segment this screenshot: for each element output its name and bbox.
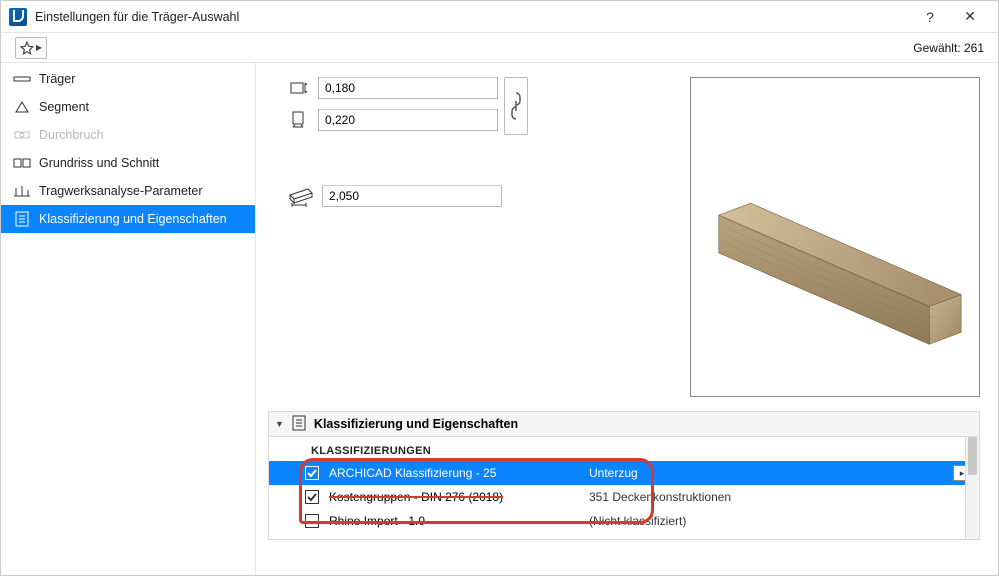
checkbox[interactable]: [305, 514, 319, 528]
sidebar-item-label: Grundriss und Schnitt: [39, 156, 159, 170]
dimensions-group: [286, 77, 528, 397]
width-icon: [286, 77, 312, 99]
row-value: 351 Deckenkonstruktionen: [589, 490, 731, 504]
close-button[interactable]: ✕: [950, 3, 990, 31]
properties-icon: [13, 211, 31, 227]
row-value: Unterzug: [589, 466, 638, 480]
link-icon: [510, 91, 522, 121]
classification-panel: KLASSIFIZIERUNGEN ARCHICAD Klassifizieru…: [268, 437, 980, 540]
panel-scrollbar[interactable]: [965, 437, 979, 539]
doc-icon: [292, 415, 306, 434]
app-icon: [9, 8, 27, 26]
segment-icon: [13, 99, 31, 115]
selected-count: Gewählt: 261: [913, 41, 984, 55]
sidebar-item-label: Tragwerksanalyse-Parameter: [39, 184, 202, 198]
sidebar-item-segment[interactable]: Segment: [1, 93, 255, 121]
row-name: ARCHICAD Klassifizierung - 25: [329, 466, 579, 480]
titlebar: Einstellungen für die Träger-Auswahl ? ✕: [1, 1, 998, 33]
classification-row-archicad[interactable]: ARCHICAD Klassifizierung - 25 Unterzug ▸: [269, 461, 979, 485]
group-header: KLASSIFIZIERUNGEN: [269, 441, 979, 461]
dim-length-row: [286, 185, 528, 207]
help-button[interactable]: ?: [910, 3, 950, 31]
toolbar: ▶ Gewählt: 261: [1, 33, 998, 63]
length-input[interactable]: [322, 185, 502, 207]
collapse-triangle-icon: ▼: [275, 419, 284, 429]
classification-row-din276[interactable]: Kostengruppen - DIN 276 (2018) 351 Decke…: [269, 485, 979, 509]
link-dimensions-button[interactable]: [504, 77, 528, 135]
row-name: Rhino Import - 1.0: [329, 514, 579, 528]
sidebar: Träger Segment Durchbruch Grundriss und …: [1, 63, 256, 575]
length-icon: [286, 185, 316, 207]
beam-icon: [13, 71, 31, 87]
sidebar-item-label: Träger: [39, 72, 75, 86]
height-icon: [286, 109, 312, 131]
sidebar-item-grundriss[interactable]: Grundriss und Schnitt: [1, 149, 255, 177]
sidebar-item-label: Segment: [39, 100, 89, 114]
chevron-right-icon: ▶: [36, 43, 42, 52]
checkbox[interactable]: [305, 466, 319, 480]
window-title: Einstellungen für die Träger-Auswahl: [35, 10, 910, 24]
section-header[interactable]: ▼ Klassifizierung und Eigenschaften: [268, 411, 980, 437]
star-icon: [20, 41, 34, 55]
row-value: (Nicht klassifiziert): [589, 514, 686, 528]
sidebar-item-klassifizierung[interactable]: Klassifizierung und Eigenschaften: [1, 205, 255, 233]
sidebar-item-label: Durchbruch: [39, 128, 104, 142]
height-input[interactable]: [318, 109, 498, 131]
dim-width-row: [286, 77, 498, 99]
structural-icon: [13, 183, 31, 199]
favorites-button[interactable]: ▶: [15, 37, 47, 59]
dialog-window: Einstellungen für die Träger-Auswahl ? ✕…: [0, 0, 999, 576]
row-name: Kostengruppen - DIN 276 (2018): [329, 490, 579, 504]
beam-preview-graphic: [691, 78, 979, 396]
main-panel: ▼ Klassifizierung und Eigenschaften KLAS…: [256, 63, 998, 575]
checkbox[interactable]: [305, 490, 319, 504]
hole-icon: [13, 127, 31, 143]
sidebar-item-durchbruch: Durchbruch: [1, 121, 255, 149]
dim-height-row: [286, 109, 498, 131]
classification-row-rhino[interactable]: Rhino Import - 1.0 (Nicht klassifiziert): [269, 509, 979, 533]
section-title: Klassifizierung und Eigenschaften: [314, 417, 518, 431]
plan-section-icon: [13, 155, 31, 171]
sidebar-item-traeger[interactable]: Träger: [1, 65, 255, 93]
sidebar-item-label: Klassifizierung und Eigenschaften: [39, 212, 227, 226]
preview-3d[interactable]: [690, 77, 980, 397]
scrollbar-thumb[interactable]: [968, 437, 977, 475]
width-input[interactable]: [318, 77, 498, 99]
sidebar-item-tragwerk[interactable]: Tragwerksanalyse-Parameter: [1, 177, 255, 205]
